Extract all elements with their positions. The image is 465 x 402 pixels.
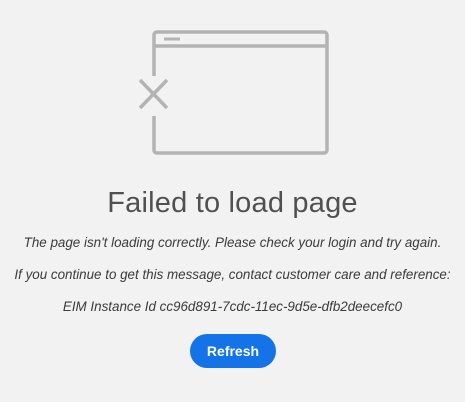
- broken-window-icon: [138, 30, 329, 155]
- instance-id: EIM Instance Id cc96d891-7cdc-11ec-9d5e-…: [62, 299, 403, 314]
- error-page: Failed to load page The page isn't loadi…: [0, 0, 465, 402]
- error-message: The page isn't loading correctly. Please…: [23, 235, 442, 250]
- error-title: Failed to load page: [107, 187, 358, 219]
- refresh-button[interactable]: Refresh: [190, 334, 276, 368]
- support-message: If you continue to get this message, con…: [14, 267, 451, 282]
